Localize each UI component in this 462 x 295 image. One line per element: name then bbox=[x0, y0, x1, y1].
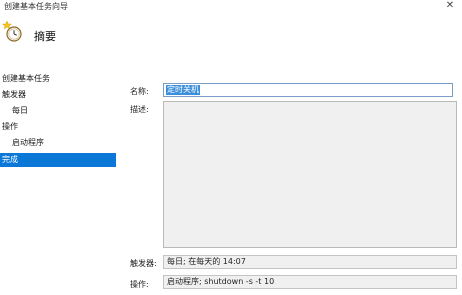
nav-item-trigger[interactable]: 触发器 bbox=[2, 88, 26, 102]
window-title: 创建基本任务向导 bbox=[4, 2, 68, 11]
trigger-label: 触发器: bbox=[130, 259, 157, 268]
action-summary-field: 启动程序; shutdown -s -t 10 bbox=[163, 275, 457, 289]
name-field[interactable]: 定时关机 bbox=[163, 83, 453, 97]
action-label: 操作: bbox=[130, 280, 149, 289]
description-field[interactable] bbox=[163, 101, 457, 248]
description-label: 描述: bbox=[130, 105, 149, 114]
nav-item-finish-label: 完成 bbox=[2, 155, 18, 164]
nav-item-create-basic-task[interactable]: 创建基本任务 bbox=[2, 72, 50, 86]
nav-item-start-program[interactable]: 启动程序 bbox=[12, 136, 44, 150]
title-bar: 创建基本任务向导 ✕ bbox=[0, 0, 462, 14]
page-title: 摘要 bbox=[34, 30, 56, 43]
nav-item-daily[interactable]: 每日 bbox=[12, 104, 28, 118]
wizard-header: 摘要 bbox=[0, 14, 462, 62]
wizard-clock-icon bbox=[1, 20, 22, 42]
nav-item-finish[interactable]: 完成 bbox=[0, 153, 116, 167]
trigger-summary-field: 每日; 在每天的 14:07 bbox=[163, 255, 457, 269]
name-label: 名称: bbox=[130, 87, 149, 96]
close-button[interactable]: ✕ bbox=[444, 0, 456, 12]
nav-item-action[interactable]: 操作 bbox=[2, 120, 18, 134]
name-field-value: 定时关机 bbox=[166, 85, 200, 95]
